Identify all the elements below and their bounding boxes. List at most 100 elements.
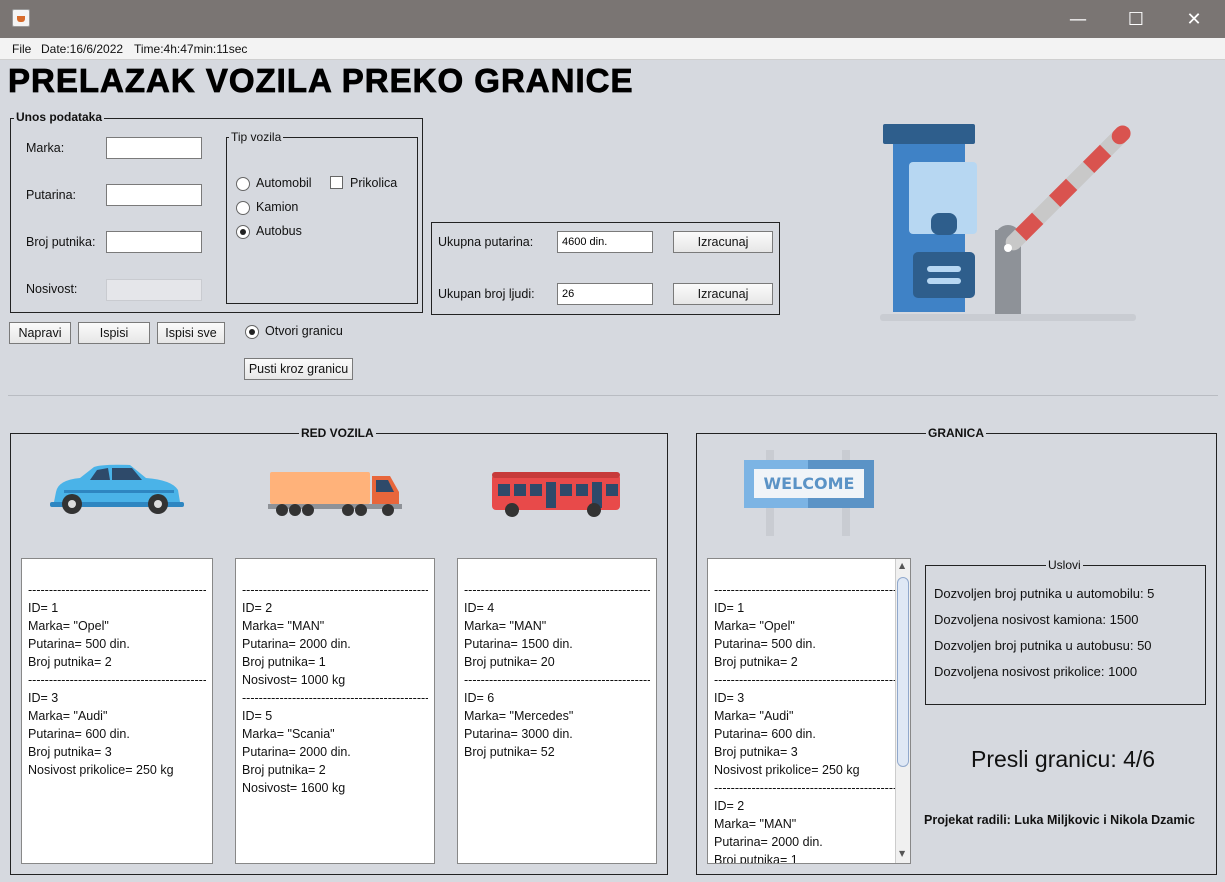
window-titlebar [0, 0, 1225, 38]
truck-icon [268, 472, 402, 516]
list-item: ID= 3 [28, 691, 59, 705]
granica-list[interactable]: ----------------------------------------… [707, 558, 911, 864]
list-item: Putarina= 2000 din. [714, 835, 823, 849]
trucks-list[interactable]: ----------------------------------------… [235, 558, 435, 864]
ukupna-putarina-label: Ukupna putarina: [438, 235, 534, 249]
autobus-radio[interactable] [236, 225, 250, 239]
granica-legend: GRANICA [926, 426, 986, 440]
list-item: Nosivost prikolice= 250 kg [714, 763, 860, 777]
list-item: ID= 2 [242, 601, 273, 615]
list-item: Putarina= 2000 din. [242, 637, 351, 651]
maximize-button[interactable]: ☐ [1107, 0, 1165, 38]
list-item: Marka= "MAN" [714, 817, 797, 831]
scroll-thumb[interactable] [897, 577, 909, 767]
toll-booth-icon [880, 124, 1136, 321]
automobil-label[interactable]: Automobil [256, 176, 312, 190]
section-divider [8, 395, 1218, 396]
pusti-kroz-granicu-button[interactable]: Pusti kroz granicu [244, 358, 353, 380]
uslov-autobus: Dozvoljen broj putnika u autobusu: 50 [934, 638, 1152, 653]
kamion-radio[interactable] [236, 201, 250, 215]
uslov-kamion: Dozvoljena nosivost kamiona: 1500 [934, 612, 1139, 627]
ispisi-button[interactable]: Ispisi [78, 322, 150, 344]
putarina-field[interactable] [106, 184, 202, 206]
list-item: Putarina= 2000 din. [242, 745, 351, 759]
buses-list[interactable]: ----------------------------------------… [457, 558, 657, 864]
list-separator: ----------------------------------------… [28, 673, 206, 687]
marka-field[interactable] [106, 137, 202, 159]
automobil-radio[interactable] [236, 177, 250, 191]
granica-list-scrollbar[interactable]: ▲ ▼ [895, 559, 910, 863]
page-title: PRELAZAK VOZILA PREKO GRANICE [8, 62, 634, 100]
otvori-granicu-label[interactable]: Otvori granicu [265, 324, 343, 338]
list-separator: ----------------------------------------… [28, 583, 206, 597]
cars-list[interactable]: ----------------------------------------… [21, 558, 213, 864]
menu-file[interactable]: File [12, 42, 31, 56]
putarina-label: Putarina: [26, 188, 77, 202]
list-item: Putarina= 500 din. [714, 637, 816, 651]
list-item: ID= 1 [28, 601, 59, 615]
list-item: Marka= "Opel" [28, 619, 109, 633]
list-item: ID= 4 [464, 601, 495, 615]
ispisi-sve-button[interactable]: Ispisi sve [157, 322, 225, 344]
list-item: Broj putnika= 2 [714, 655, 798, 669]
minimize-button[interactable]: — [1049, 0, 1107, 38]
list-separator: ----------------------------------------… [242, 583, 428, 597]
prikolica-checkbox[interactable] [330, 176, 343, 189]
list-item: Broj putnika= 3 [28, 745, 112, 759]
menu-time[interactable]: Time:4h:47min:11sec [134, 42, 247, 56]
broj-putnika-label: Broj putnika: [26, 235, 96, 249]
menu-bar: File Date:16/6/2022 Time:4h:47min:11sec [0, 38, 1225, 60]
list-item: Broj putnika= 20 [464, 655, 555, 669]
app-icon [12, 9, 30, 27]
red-vozila-legend: RED VOZILA [299, 426, 376, 440]
uslov-automobil: Dozvoljen broj putnika u automobilu: 5 [934, 586, 1155, 601]
prikolica-label[interactable]: Prikolica [350, 176, 397, 190]
list-item: Nosivost prikolice= 250 kg [28, 763, 174, 777]
list-item: Putarina= 3000 din. [464, 727, 573, 741]
autobus-label[interactable]: Autobus [256, 224, 302, 238]
uslov-prikolica: Dozvoljena nosivost prikolice: 1000 [934, 664, 1138, 679]
list-separator: ----------------------------------------… [714, 673, 904, 687]
kamion-label[interactable]: Kamion [256, 200, 298, 214]
list-item: Putarina= 600 din. [714, 727, 816, 741]
tip-vozila-panel [226, 137, 418, 304]
list-item: Putarina= 1500 din. [464, 637, 573, 651]
tip-vozila-legend: Tip vozila [229, 130, 284, 144]
list-item: Marka= "Audi" [714, 709, 794, 723]
list-item: Marka= "MAN" [464, 619, 547, 633]
izracunaj-putarina-button[interactable]: Izracunaj [673, 231, 773, 253]
scroll-up-icon[interactable]: ▲ [899, 561, 905, 570]
list-item: Putarina= 600 din. [28, 727, 130, 741]
ukupan-broj-field[interactable] [557, 283, 653, 305]
izracunaj-ljudi-button[interactable]: Izracunaj [673, 283, 773, 305]
nosivost-field [106, 279, 202, 301]
list-separator: ----------------------------------------… [464, 673, 650, 687]
napravi-button[interactable]: Napravi [9, 322, 71, 344]
nosivost-label: Nosivost: [26, 282, 78, 296]
list-item: Putarina= 500 din. [28, 637, 130, 651]
list-item: Broj putnika= 2 [28, 655, 112, 669]
menu-date[interactable]: Date:16/6/2022 [41, 42, 123, 56]
list-item: Marka= "Scania" [242, 727, 335, 741]
list-item: ID= 5 [242, 709, 273, 723]
close-button[interactable]: ✕ [1165, 0, 1223, 38]
presli-granicu-counter: Presli granicu: 4/6 [971, 746, 1156, 772]
scroll-down-icon[interactable]: ▼ [899, 849, 905, 858]
list-item: ID= 3 [714, 691, 745, 705]
ukupna-putarina-field[interactable] [557, 231, 653, 253]
list-item: Broj putnika= 2 [242, 763, 326, 777]
car-icon [50, 464, 184, 514]
list-item: Marka= "Mercedes" [464, 709, 574, 723]
uslovi-legend: Uslovi [1046, 558, 1083, 572]
welcome-sign-text: WELCOME [764, 474, 855, 493]
broj-putnika-field[interactable] [106, 231, 202, 253]
list-item: Marka= "MAN" [242, 619, 325, 633]
otvori-granicu-radio[interactable] [245, 325, 259, 339]
list-item: Broj putnika= 3 [714, 745, 798, 759]
list-item: Nosivost= 1000 kg [242, 673, 346, 687]
list-item: ID= 6 [464, 691, 495, 705]
